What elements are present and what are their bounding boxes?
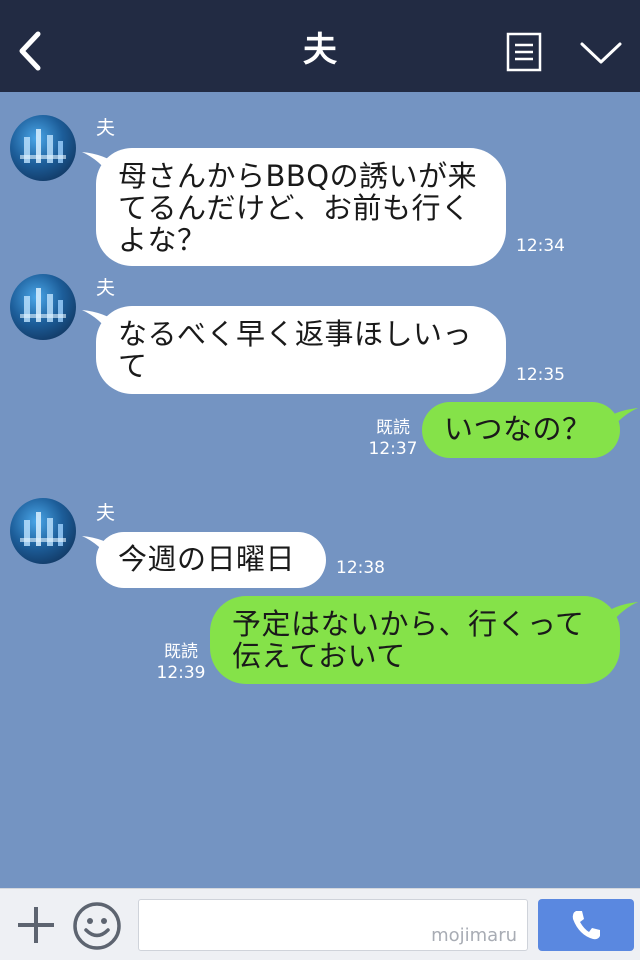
header-bar: 夫 (0, 0, 640, 92)
message-time: 12:38 (336, 558, 385, 578)
message-time: 12:35 (516, 365, 565, 385)
read-receipt: 既読 12:37 (368, 418, 418, 460)
menu-button[interactable] (506, 32, 542, 72)
avatar[interactable] (10, 498, 76, 564)
collapse-button[interactable] (578, 38, 624, 68)
add-button[interactable] (14, 903, 58, 947)
chevron-down-icon (580, 42, 622, 64)
phone-icon (572, 911, 600, 940)
read-label: 既読 (376, 418, 410, 438)
chat-title: 夫 (303, 30, 337, 70)
sender-name: 夫 (96, 117, 116, 139)
message-input[interactable]: mojimaru (138, 899, 528, 951)
plus-icon (18, 907, 54, 943)
avatar-image (20, 512, 66, 546)
list-icon (506, 32, 542, 72)
sender-name: 夫 (96, 277, 116, 299)
message-bubble-outgoing[interactable]: いつなの？ (422, 402, 620, 458)
message-time: 12:34 (516, 236, 565, 256)
avatar[interactable] (10, 274, 76, 340)
sender-name: 夫 (96, 502, 116, 524)
message-time: 12:39 (156, 663, 206, 683)
watermark: mojimaru (431, 925, 517, 946)
smiley-icon (73, 902, 121, 950)
message-time: 12:37 (368, 439, 418, 459)
message-bubble-incoming[interactable]: なるべく早く返事ほしいって (96, 306, 506, 394)
call-button[interactable] (538, 899, 634, 951)
avatar-image (20, 129, 66, 163)
chat-screen: 夫 夫 母さんからBBQの誘いが来てるんだけど、お前も行くよな？ 12:34 夫… (0, 0, 640, 960)
emoji-button[interactable] (72, 901, 122, 951)
message-bubble-incoming[interactable]: 母さんからBBQの誘いが来てるんだけど、お前も行くよな？ (96, 148, 506, 266)
avatar-image (20, 288, 66, 322)
message-bubble-incoming[interactable]: 今週の日曜日 (96, 532, 326, 588)
read-label: 既読 (164, 642, 198, 662)
read-receipt: 既読 12:39 (156, 642, 206, 684)
avatar[interactable] (10, 115, 76, 181)
input-bar: mojimaru (0, 888, 640, 960)
message-bubble-outgoing[interactable]: 予定はないから、行くって伝えておいて (210, 596, 620, 684)
